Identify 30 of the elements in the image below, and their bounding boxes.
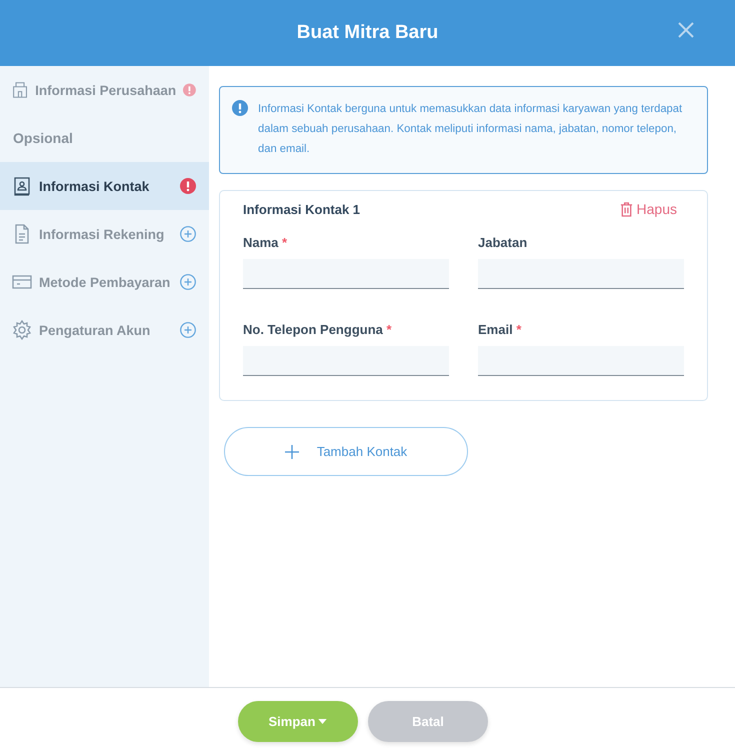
add-icon[interactable] [180,322,196,338]
card-title: Informasi Kontak 1 [243,202,360,216]
close-icon[interactable] [678,22,694,38]
contact-book-icon [12,176,32,196]
sidebar-item[interactable]: Pengaturan Akun [0,306,209,354]
input-field[interactable] [243,259,449,289]
info-text: Informasi Kontak berguna untuk memasukkan data informasi karyawan yang terdapat dalam sebuah perusahaan. Kontak meliputi informasi nama, jabatan, nomor telepon, dan email. [258,102,684,157]
sidebar-item[interactable]: Informasi Rekening [0,210,209,258]
field-label: No. Telepon Pengguna * [243,322,393,337]
info-icon [232,100,248,116]
gear-icon [12,320,32,340]
field-label: Nama * [243,235,288,250]
plus-icon [284,444,299,458]
sidebar-item[interactable]: Informasi Kontak [0,162,209,210]
input-field[interactable] [478,346,684,376]
add-contact-button[interactable]: Tambah Kontak [224,427,468,476]
delete-button[interactable]: Hapus [620,201,684,217]
trash-icon [620,202,633,216]
add-icon[interactable] [180,274,196,290]
save-button[interactable]: Simpan [238,701,358,742]
section-label: Opsional [12,129,74,148]
add-icon[interactable] [180,226,196,242]
sidebar-item[interactable]: Informasi Perusahaan [0,66,209,114]
building-icon [12,80,28,100]
dialog-title: Buat Mitra Baru [296,22,438,44]
input-field[interactable] [243,346,449,376]
input-field[interactable] [478,259,684,289]
sidebar-item[interactable]: Metode Pembayaran [0,258,209,306]
field-label: Email * [478,322,522,337]
field-label: Jabatan [478,235,528,250]
